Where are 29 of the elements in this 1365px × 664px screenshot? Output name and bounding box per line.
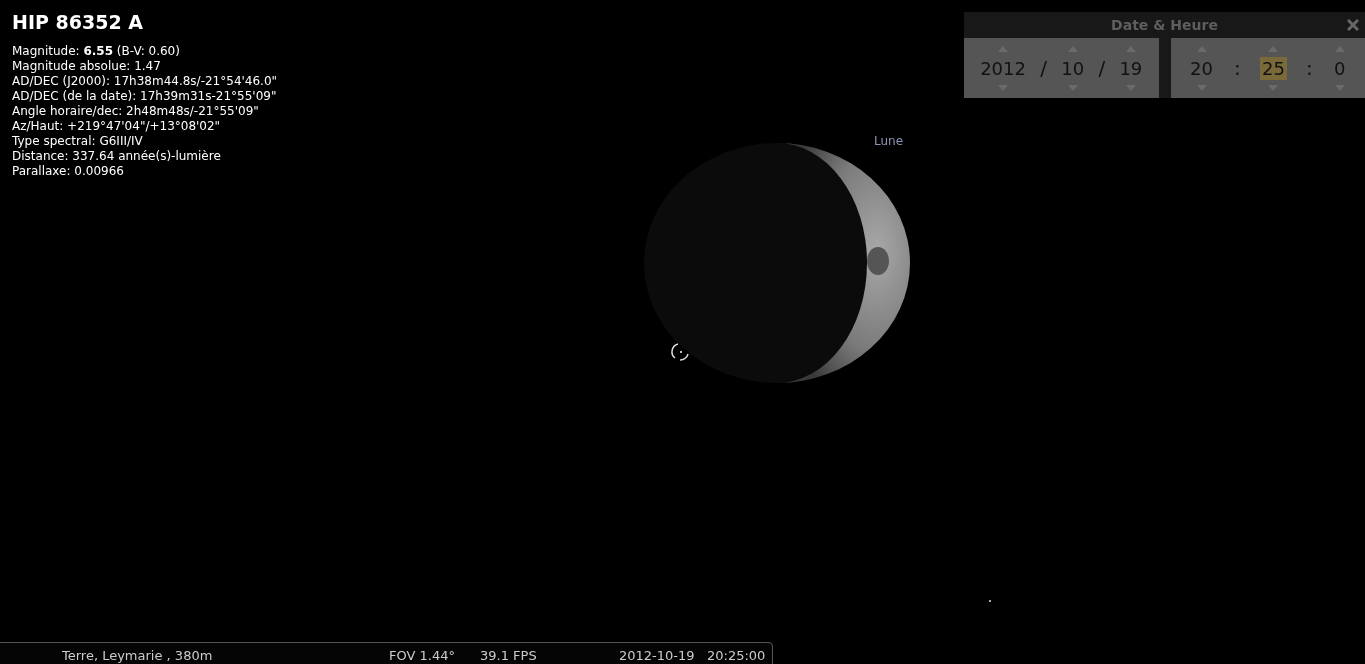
close-icon[interactable] (1347, 19, 1359, 31)
date-text: 2012-10-19 (619, 648, 695, 663)
time-separator: : (1306, 56, 1313, 80)
date-field[interactable]: 2012 (978, 56, 1028, 80)
object-info-line: Angle horaire/dec: 2h48m48s/-21°55'09" (12, 104, 260, 119)
date-separator: / (1098, 56, 1106, 80)
time-separator: : (1234, 56, 1241, 80)
date-separator: / (1040, 56, 1047, 80)
time-text: 20:25:00 (707, 648, 766, 663)
object-info-line: Az/Haut: +219°47'04"/+13°08'02" (12, 119, 222, 134)
date-field[interactable]: 19 (1117, 56, 1145, 80)
object-title: HIP 86352 A (12, 10, 144, 34)
object-info-line: Parallaxe: 0.00966 (12, 164, 125, 179)
selection-reticle-icon (670, 341, 692, 363)
object-info-line: Magnitude: 6.55 (B-V: 0.60) (12, 44, 181, 59)
time-field[interactable]: 20 (1188, 56, 1215, 80)
date-field[interactable]: 10 (1059, 56, 1087, 80)
object-info-line: AD/DEC (de la date): 17h39m31s-21°55'09" (12, 89, 278, 104)
fps-text: 39.1 FPS (480, 648, 537, 663)
object-info-line: Magnitude absolue: 1.47 (12, 59, 162, 74)
object-info-line: Distance: 337.64 année(s)-lumière (12, 149, 222, 164)
fov-text: FOV 1.44° (389, 648, 455, 663)
location-text: Terre, Leymarie , 380m (62, 648, 213, 663)
time-field[interactable]: 25 (1260, 56, 1287, 80)
dialog-title: Date & Heure (1111, 17, 1218, 33)
object-info-line: AD/DEC (J2000): 17h38m44.8s/-21°54'46.0" (12, 74, 278, 89)
moon-label: Lune (874, 134, 904, 148)
object-info-line: Type spectral: G6III/IV (12, 134, 144, 149)
time-field[interactable]: 0 (1331, 56, 1348, 80)
